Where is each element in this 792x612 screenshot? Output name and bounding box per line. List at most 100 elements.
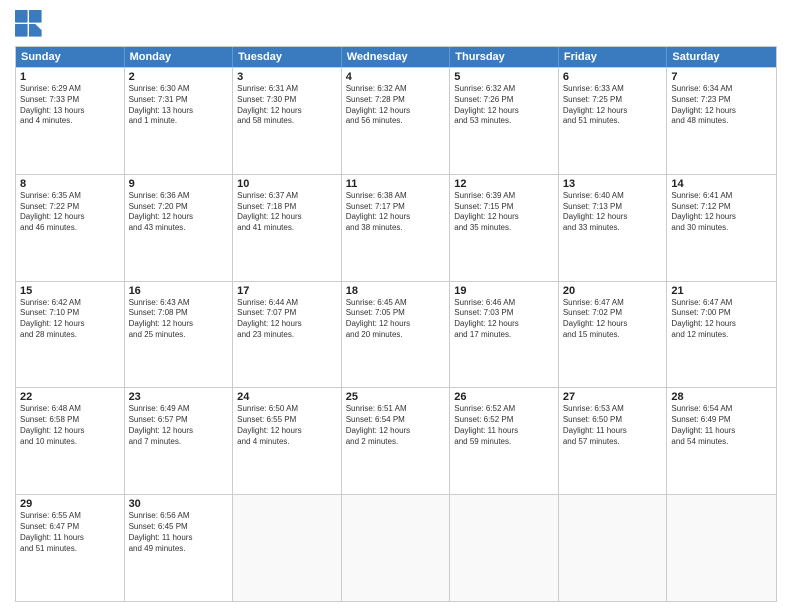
day-number: 26 (454, 391, 554, 403)
cell-line: and 33 minutes. (563, 223, 663, 234)
cell-line: Daylight: 12 hours (454, 319, 554, 330)
cal-cell-2: 2Sunrise: 6:30 AMSunset: 7:31 PMDaylight… (125, 68, 234, 174)
cell-line: Sunrise: 6:29 AM (20, 84, 120, 95)
day-number: 27 (563, 391, 663, 403)
cell-line: Sunrise: 6:43 AM (129, 298, 229, 309)
cell-line: Sunrise: 6:31 AM (237, 84, 337, 95)
day-number: 30 (129, 498, 229, 510)
day-number: 20 (563, 285, 663, 297)
logo-icon (15, 10, 43, 38)
cal-cell-29: 29Sunrise: 6:55 AMSunset: 6:47 PMDayligh… (16, 495, 125, 601)
cell-line: Daylight: 12 hours (20, 212, 120, 223)
calendar-row-2: 15Sunrise: 6:42 AMSunset: 7:10 PMDayligh… (16, 281, 776, 388)
cal-cell-4: 4Sunrise: 6:32 AMSunset: 7:28 PMDaylight… (342, 68, 451, 174)
cal-cell-25: 25Sunrise: 6:51 AMSunset: 6:54 PMDayligh… (342, 388, 451, 494)
cell-line: and 28 minutes. (20, 330, 120, 341)
cell-line: Daylight: 12 hours (454, 212, 554, 223)
cell-line: Sunrise: 6:38 AM (346, 191, 446, 202)
cell-line: Sunset: 7:13 PM (563, 202, 663, 213)
cell-line: Sunset: 7:05 PM (346, 308, 446, 319)
day-number: 19 (454, 285, 554, 297)
cell-line: and 43 minutes. (129, 223, 229, 234)
day-number: 1 (20, 71, 120, 83)
cal-cell-21: 21Sunrise: 6:47 AMSunset: 7:00 PMDayligh… (667, 282, 776, 388)
cell-line: Sunset: 7:22 PM (20, 202, 120, 213)
cell-line: Daylight: 12 hours (237, 106, 337, 117)
day-number: 5 (454, 71, 554, 83)
cell-line: and 38 minutes. (346, 223, 446, 234)
calendar: SundayMondayTuesdayWednesdayThursdayFrid… (15, 46, 777, 602)
cell-line: Sunset: 7:02 PM (563, 308, 663, 319)
cal-cell-9: 9Sunrise: 6:36 AMSunset: 7:20 PMDaylight… (125, 175, 234, 281)
cell-line: Daylight: 12 hours (346, 106, 446, 117)
cell-line: and 46 minutes. (20, 223, 120, 234)
cell-line: Sunset: 7:23 PM (671, 95, 772, 106)
cal-cell-11: 11Sunrise: 6:38 AMSunset: 7:17 PMDayligh… (342, 175, 451, 281)
cal-cell-6: 6Sunrise: 6:33 AMSunset: 7:25 PMDaylight… (559, 68, 668, 174)
cal-cell-18: 18Sunrise: 6:45 AMSunset: 7:05 PMDayligh… (342, 282, 451, 388)
cell-line: Sunrise: 6:55 AM (20, 511, 120, 522)
day-number: 18 (346, 285, 446, 297)
cell-line: Sunrise: 6:47 AM (563, 298, 663, 309)
cell-line: Sunrise: 6:39 AM (454, 191, 554, 202)
cell-line: Sunrise: 6:41 AM (671, 191, 772, 202)
cell-line: Sunrise: 6:32 AM (346, 84, 446, 95)
cell-line: Sunset: 7:31 PM (129, 95, 229, 106)
calendar-header: SundayMondayTuesdayWednesdayThursdayFrid… (16, 47, 776, 67)
cell-line: Daylight: 12 hours (671, 212, 772, 223)
cell-line: Sunrise: 6:48 AM (20, 404, 120, 415)
day-number: 8 (20, 178, 120, 190)
calendar-row-3: 22Sunrise: 6:48 AMSunset: 6:58 PMDayligh… (16, 387, 776, 494)
cell-line: Daylight: 12 hours (671, 319, 772, 330)
cal-cell-empty (559, 495, 668, 601)
cell-line: Sunset: 7:15 PM (454, 202, 554, 213)
cal-cell-27: 27Sunrise: 6:53 AMSunset: 6:50 PMDayligh… (559, 388, 668, 494)
day-number: 6 (563, 71, 663, 83)
day-header-wednesday: Wednesday (342, 47, 451, 67)
cell-line: and 57 minutes. (563, 437, 663, 448)
cell-line: and 17 minutes. (454, 330, 554, 341)
day-number: 14 (671, 178, 772, 190)
cell-line: Sunrise: 6:44 AM (237, 298, 337, 309)
day-number: 2 (129, 71, 229, 83)
cell-line: and 54 minutes. (671, 437, 772, 448)
day-number: 22 (20, 391, 120, 403)
cell-line: Sunset: 6:49 PM (671, 415, 772, 426)
calendar-row-1: 8Sunrise: 6:35 AMSunset: 7:22 PMDaylight… (16, 174, 776, 281)
cell-line: and 12 minutes. (671, 330, 772, 341)
cal-cell-24: 24Sunrise: 6:50 AMSunset: 6:55 PMDayligh… (233, 388, 342, 494)
cell-line: Sunrise: 6:40 AM (563, 191, 663, 202)
cell-line: Daylight: 11 hours (563, 426, 663, 437)
cal-cell-empty (342, 495, 451, 601)
cell-line: Sunset: 7:03 PM (454, 308, 554, 319)
cell-line: and 51 minutes. (563, 116, 663, 127)
cell-line: Sunrise: 6:30 AM (129, 84, 229, 95)
cell-line: Sunrise: 6:45 AM (346, 298, 446, 309)
cell-line: Sunset: 7:30 PM (237, 95, 337, 106)
cell-line: and 59 minutes. (454, 437, 554, 448)
cell-line: Daylight: 12 hours (563, 106, 663, 117)
cal-cell-empty (450, 495, 559, 601)
cell-line: Sunrise: 6:49 AM (129, 404, 229, 415)
cell-line: Sunset: 6:45 PM (129, 522, 229, 533)
day-number: 12 (454, 178, 554, 190)
cell-line: Sunrise: 6:32 AM (454, 84, 554, 95)
cell-line: Sunset: 7:17 PM (346, 202, 446, 213)
cell-line: Sunrise: 6:35 AM (20, 191, 120, 202)
day-number: 23 (129, 391, 229, 403)
cell-line: Sunset: 7:28 PM (346, 95, 446, 106)
cell-line: Daylight: 11 hours (20, 533, 120, 544)
cell-line: Daylight: 12 hours (20, 426, 120, 437)
cell-line: Daylight: 13 hours (129, 106, 229, 117)
cell-line: Sunset: 7:07 PM (237, 308, 337, 319)
cell-line: and 30 minutes. (671, 223, 772, 234)
cal-cell-15: 15Sunrise: 6:42 AMSunset: 7:10 PMDayligh… (16, 282, 125, 388)
cell-line: Sunset: 7:20 PM (129, 202, 229, 213)
cal-cell-13: 13Sunrise: 6:40 AMSunset: 7:13 PMDayligh… (559, 175, 668, 281)
cal-cell-10: 10Sunrise: 6:37 AMSunset: 7:18 PMDayligh… (233, 175, 342, 281)
cell-line: Daylight: 13 hours (20, 106, 120, 117)
cell-line: Sunset: 6:52 PM (454, 415, 554, 426)
cell-line: Sunrise: 6:33 AM (563, 84, 663, 95)
cell-line: Sunset: 7:10 PM (20, 308, 120, 319)
cell-line: Daylight: 12 hours (563, 212, 663, 223)
